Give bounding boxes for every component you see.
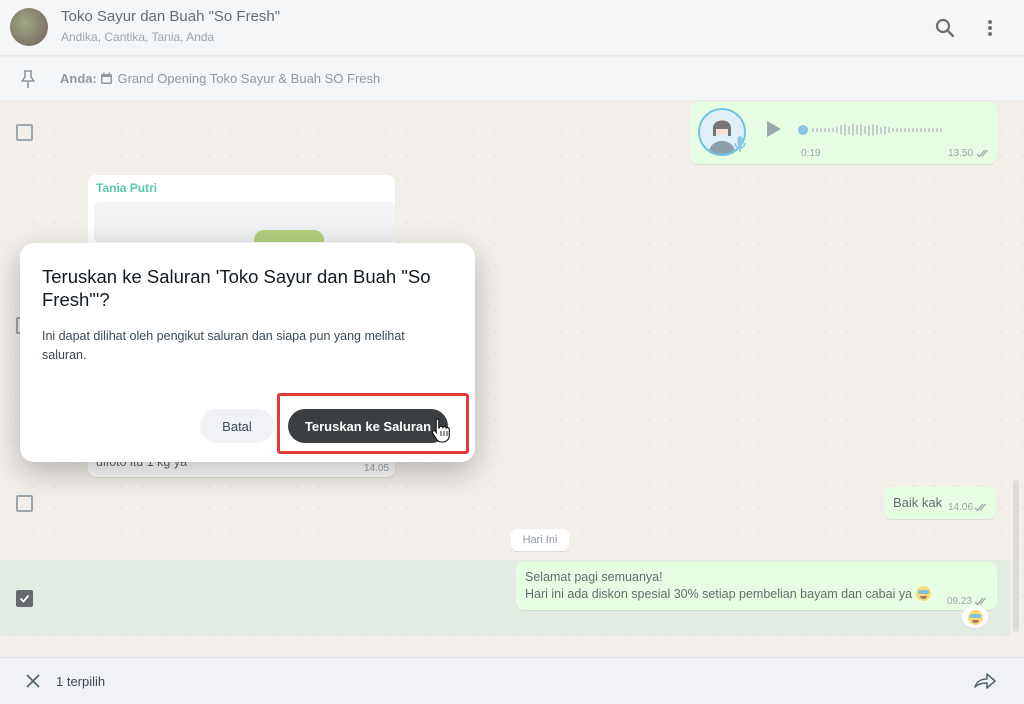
selected-count: 1 terpilih — [56, 674, 106, 689]
hand-cursor-icon — [431, 417, 451, 443]
dialog-body: Ini dapat dilihat oleh pengikut saluran … — [42, 329, 405, 362]
close-icon[interactable] — [24, 672, 42, 690]
dialog-title: Teruskan ke Saluran 'Toko Sayur dan Buah… — [42, 266, 431, 310]
forward-to-channel-dialog: Teruskan ke Saluran 'Toko Sayur dan Buah… — [20, 243, 475, 462]
cancel-button[interactable]: Batal — [200, 409, 274, 443]
forward-icon[interactable] — [972, 670, 998, 692]
forward-to-channel-button[interactable]: Teruskan ke Saluran — [288, 409, 448, 443]
selection-bar: 1 terpilih — [0, 657, 1024, 704]
